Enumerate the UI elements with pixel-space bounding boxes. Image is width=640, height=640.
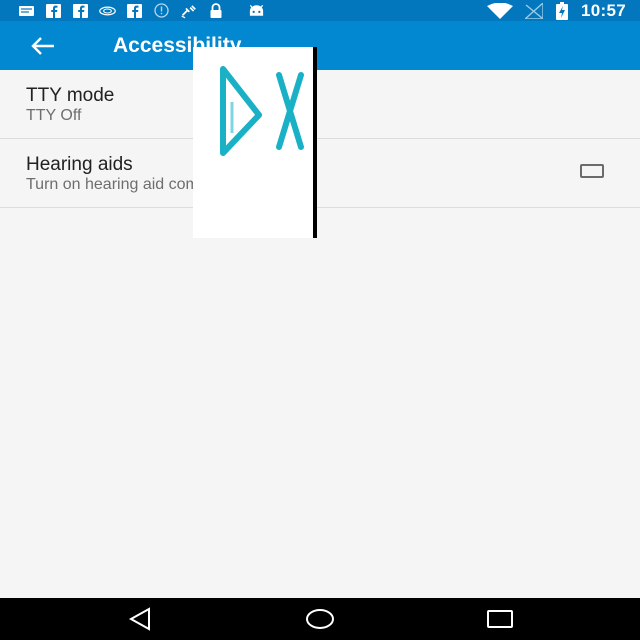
system-icons: 10:57 bbox=[487, 0, 626, 21]
arrow-back-icon bbox=[31, 37, 54, 55]
battery-charging-icon bbox=[555, 1, 569, 20]
satellite-icon bbox=[180, 4, 197, 18]
facebook-icon bbox=[72, 3, 89, 18]
setting-title: TTY mode bbox=[26, 85, 115, 106]
setting-hearing-aids[interactable]: Hearing aids Turn on hearing aid compati… bbox=[0, 139, 640, 208]
nav-home-button[interactable] bbox=[300, 604, 340, 634]
nav-back-button[interactable] bbox=[120, 604, 160, 634]
setting-summary: TTY Off bbox=[26, 107, 82, 124]
status-bar: 10:57 bbox=[0, 0, 640, 21]
nvidia-icon bbox=[99, 4, 116, 18]
back-triangle-icon bbox=[128, 607, 150, 631]
notification-icons bbox=[18, 2, 265, 19]
navigation-bar bbox=[0, 598, 640, 640]
android-icon bbox=[248, 4, 265, 18]
recents-square-icon bbox=[487, 610, 513, 628]
settings-list: TTY mode TTY Off Hearing aids Turn on he… bbox=[0, 70, 640, 208]
clock: 10:57 bbox=[581, 0, 626, 20]
dx-logo-icon bbox=[220, 66, 304, 156]
setting-tty-mode[interactable]: TTY mode TTY Off bbox=[0, 70, 640, 139]
overlay-logo-panel bbox=[193, 47, 317, 238]
alert-icon bbox=[153, 3, 170, 18]
facebook-icon bbox=[126, 3, 143, 18]
back-button[interactable] bbox=[26, 29, 60, 63]
wifi-icon bbox=[487, 2, 514, 19]
nav-recents-button[interactable] bbox=[480, 604, 520, 634]
home-circle-icon bbox=[306, 609, 334, 629]
no-signal-icon bbox=[525, 2, 544, 19]
setting-title: Hearing aids bbox=[26, 154, 133, 175]
lock-icon bbox=[207, 3, 224, 18]
facebook-icon bbox=[45, 3, 62, 18]
hearing-aids-checkbox[interactable] bbox=[580, 164, 604, 178]
message-icon bbox=[18, 4, 35, 18]
app-bar: Accessibility bbox=[0, 21, 640, 70]
